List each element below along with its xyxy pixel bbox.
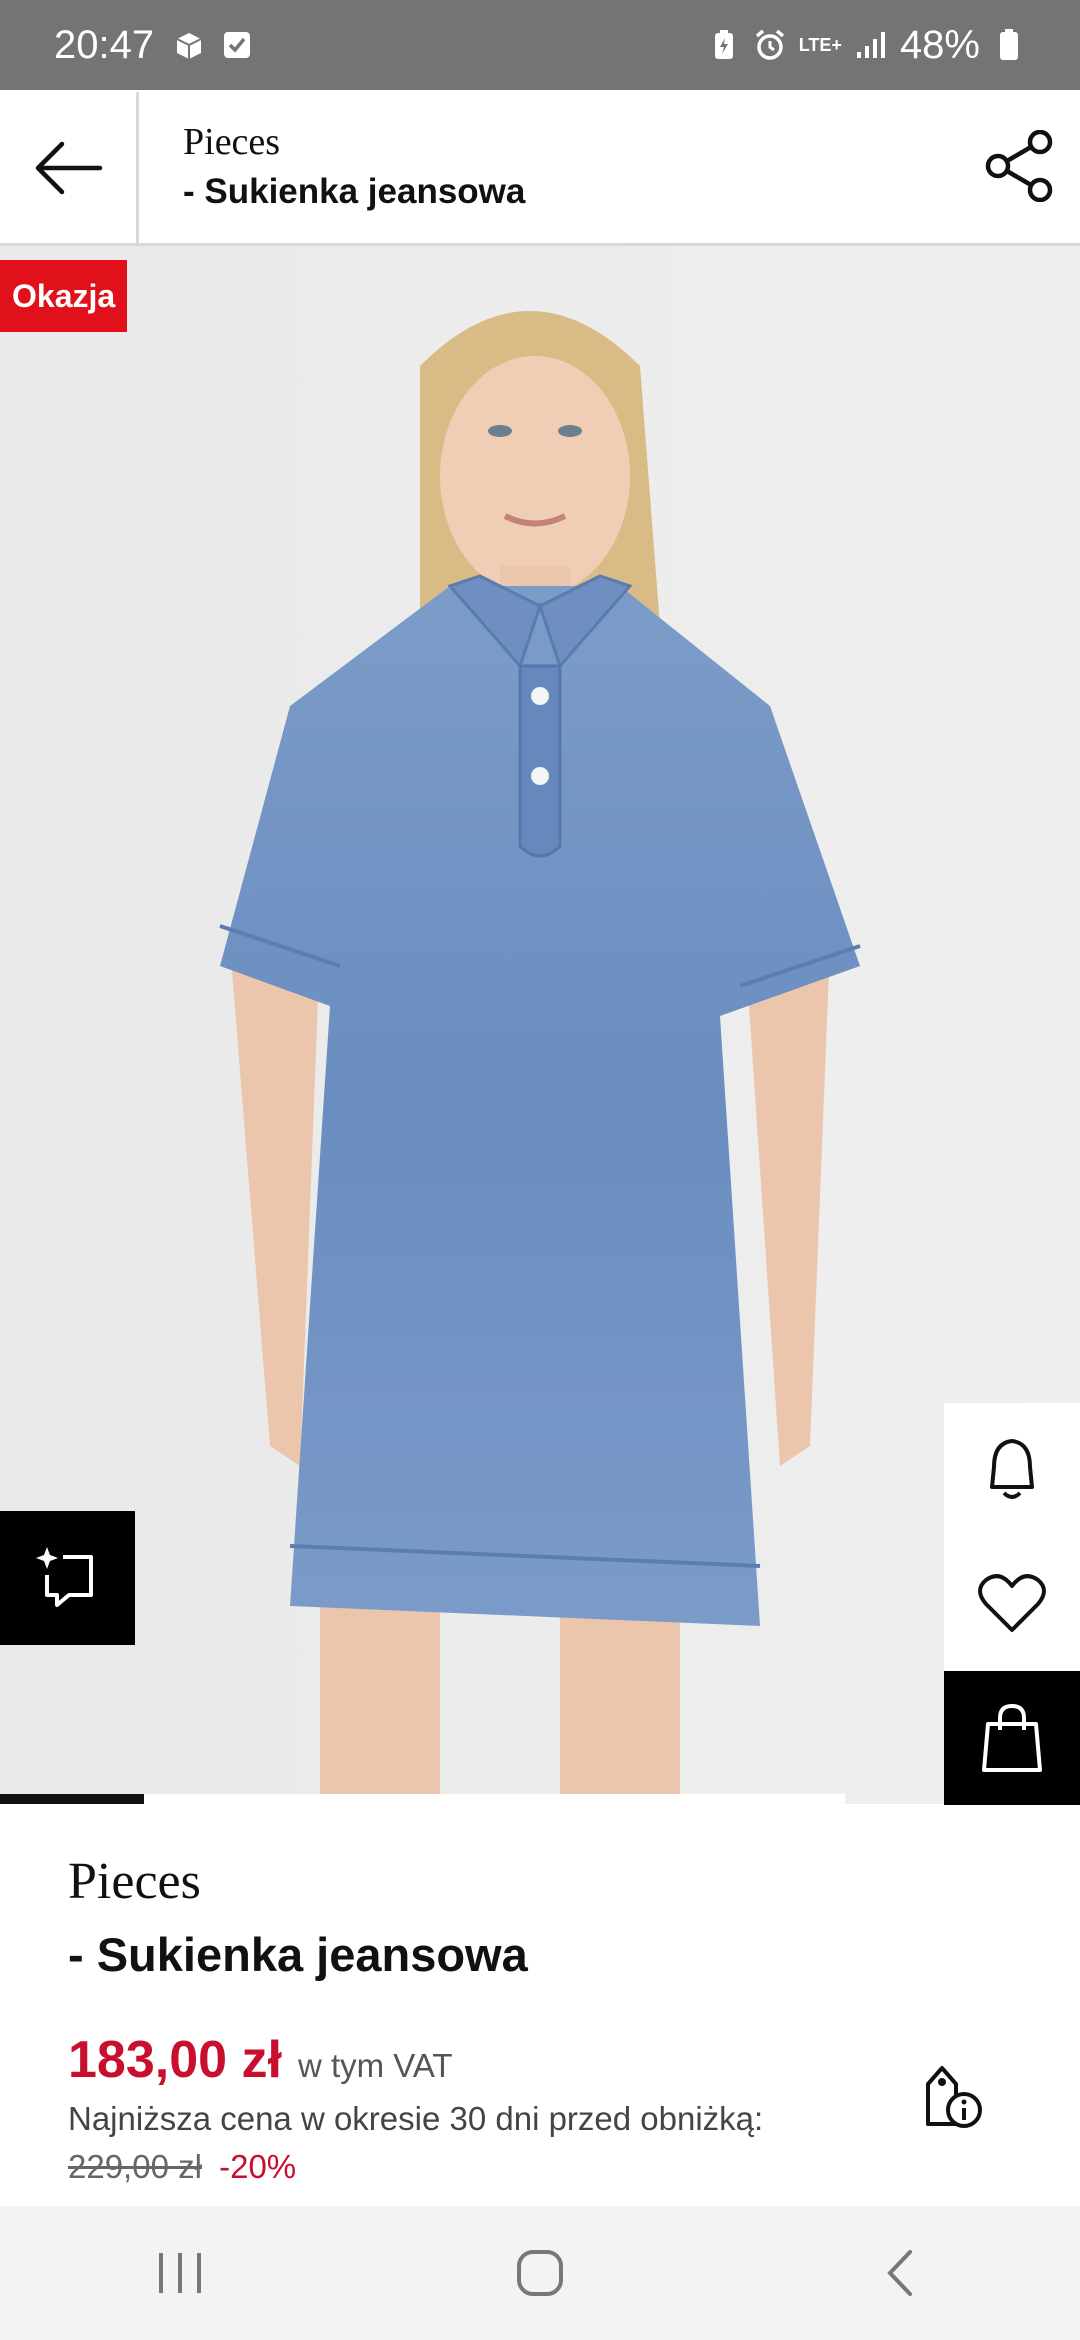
- system-back-button[interactable]: [840, 2228, 960, 2318]
- add-to-cart-button[interactable]: [944, 1671, 1080, 1805]
- price-info-button[interactable]: [916, 2058, 992, 2134]
- alarm-icon: [753, 28, 787, 62]
- product-image[interactable]: [0, 246, 1080, 1804]
- ai-search-button[interactable]: [0, 1511, 135, 1645]
- signal-icon: [854, 28, 888, 62]
- arrow-left-icon: [35, 141, 103, 194]
- price-tag-info-icon: [926, 2066, 982, 2128]
- system-nav-bar: [0, 2206, 1080, 2340]
- battery-saver-icon: [707, 28, 741, 62]
- shopping-bag-icon: [982, 1703, 1042, 1772]
- side-action-buttons: [944, 1403, 1080, 1805]
- package-icon: [172, 28, 206, 62]
- back-icon: [887, 2250, 912, 2296]
- old-price-row: 229,00 zł -20%: [68, 2148, 1018, 2186]
- image-carousel-progress-fill: [0, 1794, 144, 1804]
- back-button[interactable]: [0, 92, 139, 243]
- vat-note: w tym VAT: [297, 2047, 453, 2084]
- network-type: LTE+: [798, 35, 842, 55]
- price-row: 183,00 zł w tym VAT: [68, 2030, 1018, 2090]
- discount-percent: -20%: [219, 2148, 297, 2185]
- bell-icon: [990, 1439, 1034, 1499]
- header-brand: Pieces: [183, 121, 281, 163]
- notify-button[interactable]: [944, 1403, 1080, 1537]
- lowest-price-label: Najniższa cena w okresie 30 dni przed ob…: [68, 2100, 764, 2137]
- product-info: Pieces - Sukienka jeansowa 183,00 zł w t…: [68, 1852, 1018, 2186]
- current-price: 183,00 zł: [68, 2031, 282, 2089]
- status-time: 20:47: [54, 22, 155, 67]
- ai-sparkle-icon: [35, 1547, 93, 1607]
- battery-level: 48%: [899, 22, 980, 67]
- header-title-block: Pieces - Sukienka jeansowa: [183, 120, 525, 212]
- status-bar: 20:47 LTE+ 48%: [0, 0, 1080, 90]
- product-name: - Sukienka jeansowa: [68, 1928, 528, 1981]
- share-icon: [985, 130, 1053, 202]
- share-button[interactable]: [980, 126, 1060, 206]
- battery-icon: [992, 28, 1026, 62]
- favorite-button[interactable]: [944, 1537, 1080, 1671]
- recents-button[interactable]: [120, 2228, 240, 2318]
- old-price: 229,00 zł: [68, 2148, 202, 2185]
- home-button[interactable]: [480, 2228, 600, 2318]
- header-product-name: - Sukienka jeansowa: [183, 172, 526, 211]
- recents-icon: [159, 2253, 201, 2293]
- product-photo: [0, 246, 1080, 1804]
- heart-icon: [978, 1574, 1046, 1632]
- product-brand[interactable]: Pieces: [68, 1852, 1018, 1911]
- home-icon: [517, 2250, 563, 2296]
- deal-badge: Okazja: [0, 260, 128, 332]
- top-bar: Pieces - Sukienka jeansowa: [0, 92, 1080, 246]
- image-carousel-progress: [0, 1794, 845, 1804]
- checkbox-icon: [220, 28, 254, 62]
